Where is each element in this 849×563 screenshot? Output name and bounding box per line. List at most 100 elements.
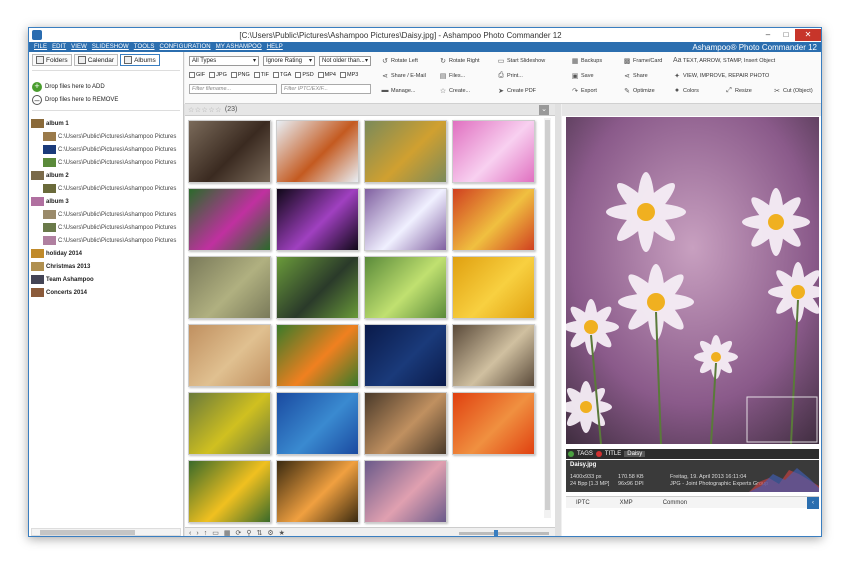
start-slideshow-button[interactable]: ▭ Start Slideshow [497, 57, 546, 65]
rotate-left-button[interactable]: ↺ Rotate Left [381, 57, 418, 65]
photo-thumbnail[interactable] [364, 392, 447, 455]
tab-xmp[interactable]: XMP [620, 500, 633, 506]
files-button[interactable]: ▤ Files... [439, 72, 466, 80]
album-node[interactable]: album 2 [31, 169, 183, 182]
photo-thumbnail[interactable] [276, 392, 359, 455]
photo-thumbnail[interactable] [452, 256, 535, 319]
filetype-checkbox[interactable]: PSD [295, 72, 314, 78]
create-pdf-button[interactable]: ➤ Create PDF [497, 87, 536, 95]
rating-filter-select[interactable]: Ignore Rating [263, 56, 315, 66]
album-node[interactable]: Christmas 2013 [31, 260, 183, 273]
photo-thumbnail[interactable] [188, 460, 271, 523]
colors-button[interactable]: ● Colors [673, 87, 699, 94]
grid-icon[interactable]: ▦ [224, 529, 231, 536]
checkbox-box[interactable] [273, 72, 280, 78]
photo-thumbnail[interactable] [276, 324, 359, 387]
star-filter-icon[interactable]: ★ [279, 529, 285, 536]
checkbox-box[interactable] [253, 72, 260, 78]
tag-add-icon[interactable] [568, 451, 574, 457]
title-value[interactable]: Daisy [624, 451, 646, 457]
tags-label[interactable]: TAGS [577, 451, 593, 457]
album-node[interactable]: Concerts 2014 [31, 286, 183, 299]
checkbox-box[interactable] [295, 72, 302, 78]
photo-thumbnail[interactable] [188, 120, 271, 183]
photo-thumbnail[interactable] [364, 324, 447, 387]
center-splitter[interactable] [555, 104, 561, 536]
album-node[interactable]: album 1 [31, 117, 183, 130]
collapse-button[interactable]: ⌄ [539, 104, 549, 115]
album-path-node[interactable]: C:\Users\Public\Pictures\Ashampoo Pictur… [31, 156, 183, 169]
zoom-knob[interactable] [494, 529, 498, 536]
menu-edit[interactable]: EDIT [52, 44, 66, 50]
close-button[interactable]: ✕ [795, 29, 821, 41]
photo-thumbnail[interactable] [188, 188, 271, 251]
tab-common[interactable]: Common [663, 500, 687, 506]
age-filter-select[interactable]: Not older than... [319, 56, 371, 66]
menu-my-ashampoo[interactable]: MY ASHAMPOO [216, 44, 262, 50]
album-path-node[interactable]: C:\Users\Public\Pictures\Ashampoo Pictur… [31, 221, 183, 234]
photo-thumbnail[interactable] [364, 256, 447, 319]
checkbox-box[interactable] [339, 72, 346, 78]
menu-view[interactable]: VIEW [71, 44, 87, 50]
export-button[interactable]: ↷ Export [571, 87, 597, 95]
rating-stars[interactable]: ☆☆☆☆☆ [188, 106, 222, 114]
type-filter-select[interactable]: All Types [189, 56, 259, 66]
photo-thumbnail[interactable] [452, 324, 535, 387]
checkbox-box[interactable] [189, 72, 195, 78]
photo-thumbnail[interactable] [276, 460, 359, 523]
photo-thumbnail[interactable] [364, 460, 447, 523]
album-path-node[interactable]: C:\Users\Public\Pictures\Ashampoo Pictur… [31, 234, 183, 247]
app-icon[interactable] [32, 30, 42, 40]
filetype-checkbox[interactable]: MP4 [317, 72, 336, 78]
album-path-node[interactable]: C:\Users\Public\Pictures\Ashampoo Pictur… [31, 182, 183, 195]
view-icon[interactable]: ▭ [212, 529, 219, 536]
view-improve-button[interactable]: ✦ VIEW, IMPROVE, REPAIR PHOTO [673, 72, 769, 80]
sort-icon[interactable]: ⇅ [256, 529, 262, 536]
title-remove-icon[interactable] [595, 451, 602, 457]
album-path-node[interactable]: C:\Users\Public\Pictures\Ashampoo Pictur… [31, 208, 183, 221]
scrollbar-thumb[interactable] [40, 530, 135, 535]
checkbox-box[interactable] [230, 72, 237, 78]
album-path-node[interactable]: C:\Users\Public\Pictures\Ashampoo Pictur… [31, 143, 183, 156]
up-icon[interactable]: ↑ [204, 530, 208, 537]
filetype-checkbox[interactable]: PNG [230, 72, 250, 78]
menu-configuration[interactable]: CONFIGURATION [160, 44, 211, 50]
refresh-icon[interactable]: ⟳ [235, 529, 241, 536]
photo-thumbnail[interactable] [188, 324, 271, 387]
photo-thumbnail[interactable] [276, 256, 359, 319]
filetype-checkbox[interactable]: JPG [209, 72, 227, 78]
filetype-checkbox[interactable]: GIF [189, 72, 205, 78]
drop-add-zone[interactable]: + Drop files here to ADD [32, 82, 105, 92]
checkbox-box[interactable] [317, 72, 324, 78]
filename-filter-input[interactable]: Filter filename... [189, 84, 277, 94]
minimize-button[interactable]: – [759, 29, 777, 41]
back-icon[interactable]: ‹ [189, 530, 191, 537]
iptc-filter-input[interactable]: Filter IPTC/EXIF... [281, 84, 371, 94]
tab-calendar[interactable]: Calendar [73, 54, 119, 66]
photo-thumbnail[interactable] [364, 188, 447, 251]
photo-thumbnail[interactable] [452, 120, 535, 183]
frame-card-button[interactable]: ▩ Frame/Card [623, 57, 663, 65]
save-button[interactable]: ▣ Save [571, 72, 594, 80]
horizontal-scrollbar[interactable] [31, 528, 181, 536]
collapse-panel-button[interactable]: ‹ [807, 496, 819, 509]
photo-thumbnail[interactable] [452, 392, 535, 455]
rotate-right-button[interactable]: ↻ Rotate Right [439, 57, 480, 65]
tab-folders[interactable]: Folders [32, 54, 72, 66]
maximize-button[interactable]: □ [777, 29, 795, 41]
filetype-checkbox[interactable]: TGA [273, 72, 291, 78]
share-button[interactable]: ⋖ Share [623, 72, 648, 80]
menu-help[interactable]: HELP [267, 44, 283, 50]
scrollbar-thumb[interactable] [545, 120, 550, 510]
drop-remove-zone[interactable]: – Drop files here to REMOVE [32, 95, 118, 105]
album-node[interactable]: Team Ashampoo [31, 273, 183, 286]
optimize-button[interactable]: ✎ Optimize [623, 87, 655, 95]
checkbox-box[interactable] [209, 72, 216, 78]
forward-icon[interactable]: › [196, 530, 198, 537]
photo-thumbnail[interactable] [452, 188, 535, 251]
cut-button[interactable]: ✂ Cut (Object) [773, 87, 813, 95]
album-node[interactable]: holiday 2014 [31, 247, 183, 260]
create-button[interactable]: ☆ Create... [439, 87, 470, 95]
album-path-node[interactable]: C:\Users\Public\Pictures\Ashampoo Pictur… [31, 130, 183, 143]
filetype-checkbox[interactable]: MP3 [339, 72, 358, 78]
